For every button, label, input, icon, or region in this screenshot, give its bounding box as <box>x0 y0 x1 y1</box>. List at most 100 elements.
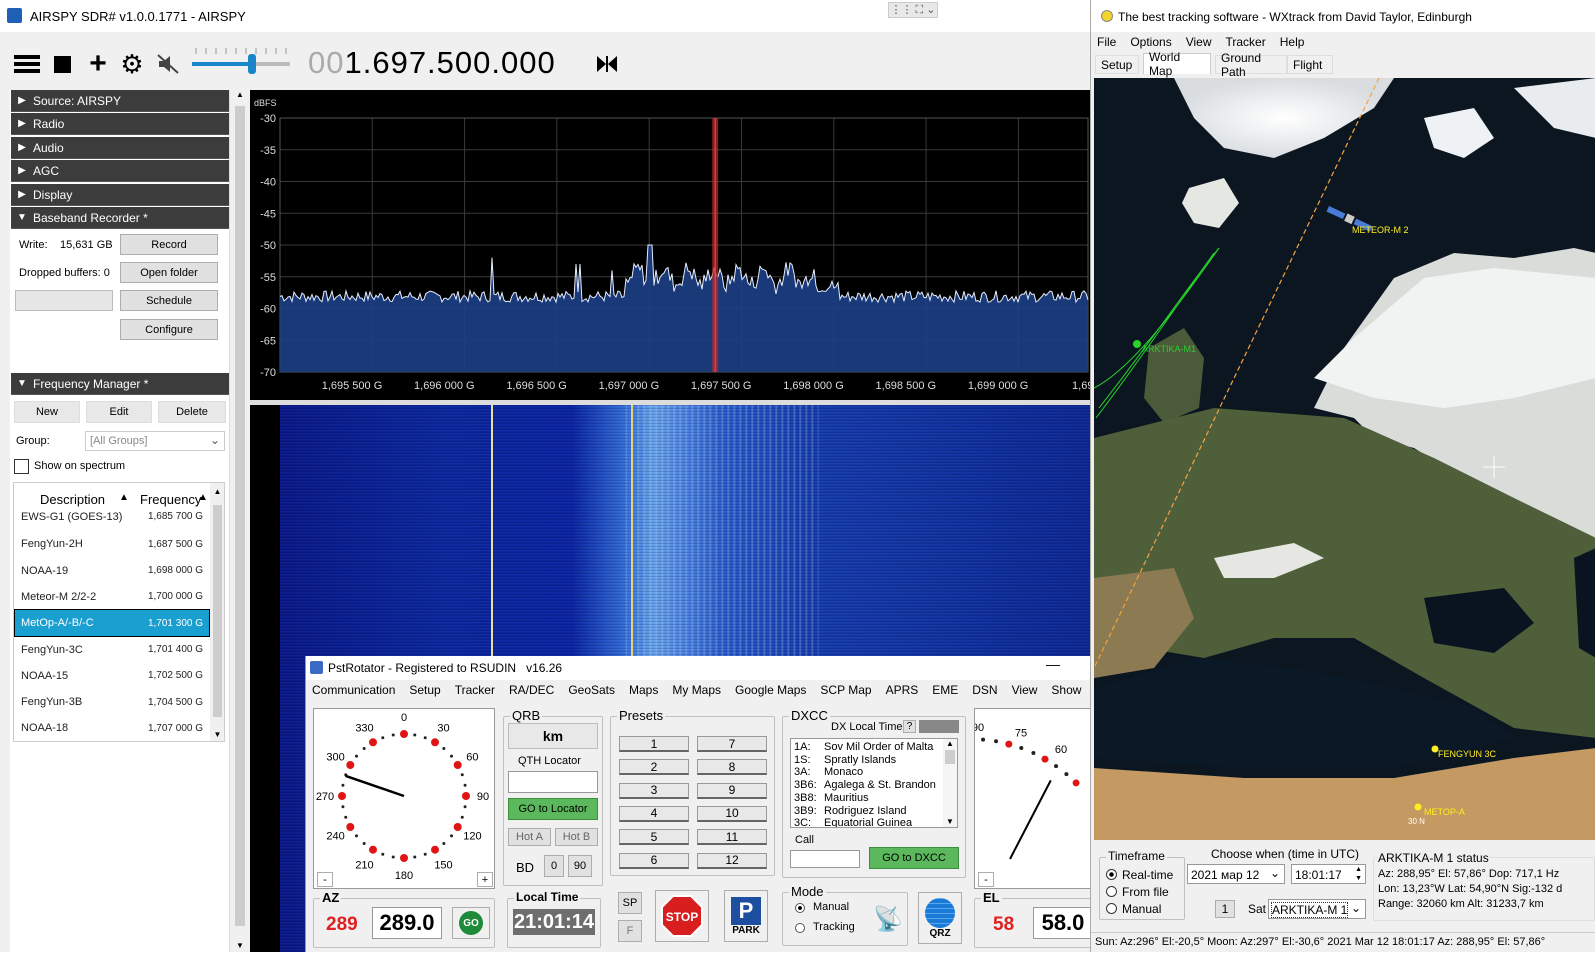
scroll-up-icon[interactable]: ▲ <box>232 90 248 99</box>
table-scrollbar[interactable]: ▲ ▼ <box>210 483 224 741</box>
table-row[interactable]: MetOp-A/-B/-C 1,701 300 G <box>14 609 210 638</box>
fromfile-radio[interactable] <box>1106 886 1117 897</box>
add-icon[interactable]: + <box>84 47 112 80</box>
table-row[interactable]: EWS-G1 (GOES-13) 1,685 700 G <box>15 511 209 525</box>
bd-0-button[interactable]: 0 <box>544 855 564 877</box>
menu-item[interactable]: Show <box>1051 683 1081 697</box>
menu-item[interactable]: View <box>1012 683 1038 697</box>
scroll-down-icon[interactable]: ▼ <box>232 941 248 950</box>
section-baseband-recorder[interactable]: ▼ Baseband Recorder * <box>11 207 229 229</box>
col-description[interactable]: Description <box>40 492 105 507</box>
section-radio[interactable]: ▶ Radio <box>11 113 229 135</box>
spin-icon[interactable]: ▲ ▼ <box>1355 865 1362 883</box>
menu-item[interactable]: RA/DEC <box>509 683 554 697</box>
fm-edit-button[interactable]: Edit <box>86 401 152 423</box>
preset-button-5[interactable]: 5 <box>619 829 689 846</box>
qrz-button[interactable]: QRZ <box>918 892 962 944</box>
satellite-dish-icon[interactable]: 📡 <box>873 905 903 934</box>
menu-item[interactable]: DSN <box>972 683 997 697</box>
col-frequency[interactable]: Frequency <box>140 492 201 507</box>
go-to-locator-button[interactable]: GO to Locator <box>508 798 598 820</box>
table-row[interactable]: FengYun-2H 1,687 500 G <box>15 531 209 557</box>
scroll-up-icon[interactable]: ▲ <box>210 487 224 496</box>
menu-item[interactable]: My Maps <box>672 683 721 697</box>
stop-icon[interactable] <box>48 50 76 78</box>
configure-button[interactable]: Configure <box>120 319 218 340</box>
tab-flight[interactable]: Flight <box>1287 55 1333 74</box>
manual-radio[interactable] <box>1106 903 1117 914</box>
mute-icon[interactable] <box>154 50 182 78</box>
section-display[interactable]: ▶ Display <box>11 184 229 206</box>
time-input[interactable]: 18:01:17 ▲ ▼ <box>1291 864 1366 884</box>
date-select[interactable]: 2021 мар 12 ⌄ <box>1187 864 1285 884</box>
dxcc-list-item[interactable]: 1S: Spratly Islands <box>794 754 957 767</box>
menu-item[interactable]: Tracker <box>1226 35 1266 49</box>
open-folder-button[interactable]: Open folder <box>120 262 218 283</box>
fm-delete-button[interactable]: Delete <box>158 401 226 423</box>
menu-item[interactable]: Setup <box>409 683 440 697</box>
preset-button-3[interactable]: 3 <box>619 782 689 799</box>
dxcc-list-item[interactable]: 3B8: Mauritius <box>794 792 957 805</box>
section-source[interactable]: ▶ Source: AIRSPY <box>11 90 229 112</box>
el-minus-button[interactable]: - <box>978 872 994 887</box>
dx-help-button[interactable]: ? <box>903 720 916 733</box>
menu-item[interactable]: Help <box>1280 35 1305 49</box>
dxcc-list-item[interactable]: 3B6: Agalega & St. Brandon <box>794 779 957 792</box>
minimize-icon[interactable]: — <box>1046 656 1060 672</box>
section-frequency-manager[interactable]: ▼ Frequency Manager * <box>11 373 229 395</box>
sidebar-scrollbar[interactable]: ▲ ▼ <box>232 90 248 952</box>
section-agc[interactable]: ▶ AGC <box>11 160 229 182</box>
group-select[interactable]: [All Groups] ⌄ <box>85 431 225 451</box>
menu-item[interactable]: Tracker <box>455 683 495 697</box>
scroll-down-icon[interactable]: ▼ <box>210 730 224 739</box>
menu-item[interactable]: SCP Map <box>820 683 871 697</box>
schedule-button[interactable]: Schedule <box>120 290 218 311</box>
scroll-thumb[interactable] <box>213 505 222 717</box>
section-audio[interactable]: ▶ Audio <box>11 137 229 159</box>
tab-ground-path[interactable]: Ground Path <box>1215 51 1287 79</box>
preset-button-10[interactable]: 10 <box>697 805 767 822</box>
az-minus-button[interactable]: - <box>317 872 333 887</box>
dxcc-list-item[interactable]: 3B9: Rodriguez Island <box>794 805 957 818</box>
preset-button-8[interactable]: 8 <box>697 759 767 776</box>
preset-button-12[interactable]: 12 <box>697 852 767 869</box>
table-row[interactable]: FengYun-3C 1,701 400 G <box>15 637 209 663</box>
menu-item[interactable]: Communication <box>312 683 395 697</box>
menu-icon[interactable] <box>13 50 41 78</box>
menu-item[interactable]: View <box>1186 35 1212 49</box>
realtime-radio[interactable] <box>1106 869 1117 880</box>
preset-button-6[interactable]: 6 <box>619 852 689 869</box>
go-to-dxcc-button[interactable]: GO to DXCC <box>869 847 959 869</box>
spectrum-chart[interactable]: dBFS -30 -35 -40 -45 -50 -55 -60 -65 -70 1,695 500… <box>250 90 1090 400</box>
preset-button-4[interactable]: 4 <box>619 805 689 822</box>
menu-item[interactable]: Options <box>1130 35 1171 49</box>
dxcc-list-item[interactable]: 3C: Equatorial Guinea <box>794 817 957 827</box>
az-compass[interactable]: 0 30 60 90 120 150 180 210 240 270 300 330 - + <box>313 708 495 889</box>
f-button[interactable]: F <box>618 920 642 942</box>
record-button[interactable]: Record <box>120 234 218 255</box>
az-go-button[interactable]: GO <box>452 907 490 939</box>
table-row[interactable]: Meteor-M 2/2-2 1,700 000 G <box>15 584 209 610</box>
hot-b-button[interactable]: Hot B <box>555 828 598 846</box>
scroll-thumb[interactable] <box>235 106 245 926</box>
qth-input[interactable] <box>508 771 598 793</box>
menu-item[interactable]: GeoSats <box>568 683 615 697</box>
dxcc-list-item[interactable]: 3A: Monaco <box>794 766 957 779</box>
tab-world-map[interactable]: World Map <box>1143 50 1211 78</box>
call-input[interactable] <box>790 850 860 868</box>
stop-button[interactable]: STOP <box>655 890 709 942</box>
menu-item[interactable]: EME <box>932 683 958 697</box>
preset-button-7[interactable]: 7 <box>697 736 767 752</box>
center-tune-icon[interactable] <box>593 50 621 78</box>
dxcc-list[interactable]: 1A: Sov Mil Order of Malta 1S: Spratly Isla… <box>790 738 958 828</box>
frequency-display[interactable]: 001.697.500.000 <box>308 45 556 81</box>
preset-button-9[interactable]: 9 <box>697 782 767 799</box>
menu-item[interactable]: File <box>1097 35 1116 49</box>
table-row[interactable]: FengYun-3B 1,704 500 G <box>15 689 209 715</box>
table-row[interactable]: NOAA-18 1,707 000 G <box>15 715 209 741</box>
table-row[interactable]: NOAA-19 1,698 000 G <box>15 558 209 584</box>
sat-select[interactable]: ARKTIKA-M 1 ⌄ <box>1268 899 1366 919</box>
park-button[interactable]: P PARK <box>724 890 768 942</box>
gear-icon[interactable]: ⚙ <box>118 49 146 79</box>
spectrum-panel[interactable]: dBFS -30 -35 -40 -45 -50 -55 -60 -65 -70 1,695 500… <box>250 90 1090 400</box>
